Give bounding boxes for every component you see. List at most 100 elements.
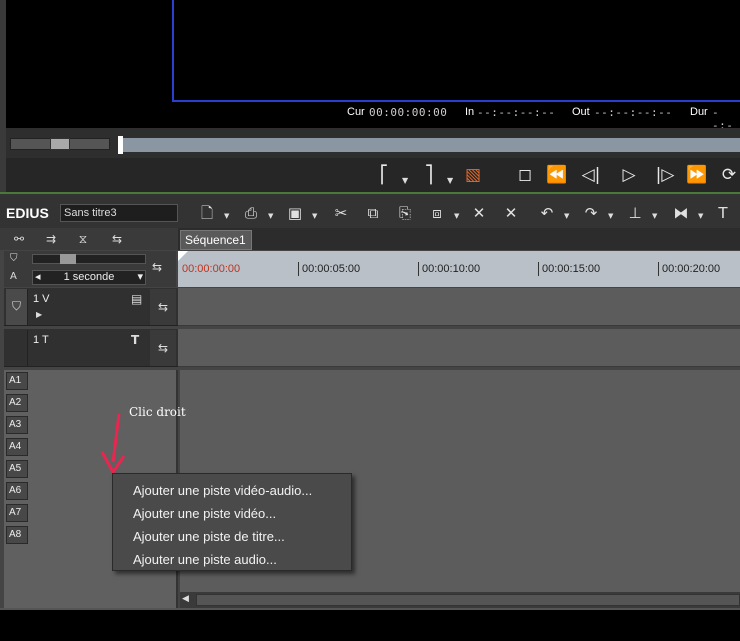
track-lock-slot	[6, 330, 28, 366]
undo-icon[interactable]: ↶	[536, 202, 558, 224]
chevron-down-icon[interactable]: ▾	[137, 271, 145, 284]
annotation-arrow-icon	[100, 413, 126, 475]
title-track-icon: T	[131, 333, 140, 347]
fast-forward-icon[interactable]: ⏩	[686, 164, 708, 186]
dur-label: Dur	[690, 106, 708, 118]
audio-channel-4[interactable]: A4	[6, 438, 28, 456]
chevron-left-icon[interactable]: ◂	[33, 271, 41, 284]
audio-channel-7[interactable]: A7	[6, 504, 28, 522]
copy-icon[interactable]: ⧉	[362, 202, 384, 224]
out-label: Out	[572, 106, 590, 118]
new-sequence-icon[interactable]: 🗋	[196, 202, 218, 224]
ripple-delete-icon[interactable]: ✕	[500, 202, 522, 224]
track-patch-icon[interactable]: ⇆	[150, 289, 176, 325]
scroll-left-icon[interactable]: ◀	[182, 594, 189, 604]
mark-out-icon[interactable]: ⎤	[418, 164, 440, 186]
link-mode-icon[interactable]: ⚯	[8, 231, 30, 247]
chevron-down-icon[interactable]: ▼	[312, 212, 317, 220]
annotation-label: Clic droit	[129, 405, 186, 419]
ruler-label: 00:00:15:00	[542, 263, 601, 275]
open-project-icon[interactable]: ⎙	[240, 202, 262, 224]
track-name: 1 T	[33, 334, 49, 346]
app-logo: EDIUS	[6, 205, 49, 221]
audio-channel-6[interactable]: A6	[6, 482, 28, 500]
playhead[interactable]	[178, 251, 188, 261]
title-tool-icon[interactable]: T	[712, 202, 734, 224]
chevron-down-icon[interactable]: ▼	[454, 212, 459, 220]
scrollbar-thumb[interactable]	[196, 594, 740, 606]
chevron-down-icon[interactable]: ▼	[224, 212, 229, 220]
in-label: In	[465, 106, 475, 118]
track-area-1v[interactable]	[178, 288, 740, 326]
expand-icon[interactable]: ▶	[36, 310, 42, 319]
zoom-slider[interactable]	[32, 254, 146, 264]
track-area-1t[interactable]	[178, 329, 740, 367]
ripple-mode-icon[interactable]: ⧖	[72, 231, 94, 247]
context-menu: Ajouter une piste vidéo-audio... Ajouter…	[112, 473, 352, 571]
chevron-down-icon[interactable]: ▼	[268, 212, 273, 220]
track-name: 1 V	[33, 293, 50, 305]
menu-add-video-audio-track[interactable]: Ajouter une piste vidéo-audio...	[113, 480, 351, 503]
in-timecode: --:--:--:--	[477, 106, 556, 119]
sync-lock-icon[interactable]: ⇉	[40, 231, 62, 247]
redo-icon[interactable]: ↷	[580, 202, 602, 224]
replace-icon[interactable]: ⧈	[426, 202, 448, 224]
menu-add-video-track[interactable]: Ajouter une piste vidéo...	[113, 503, 351, 526]
audio-channel-2[interactable]: A2	[6, 394, 28, 412]
sync-icon[interactable]: ⇆	[152, 260, 162, 274]
timescale-select[interactable]: ◂ 1 seconde ▾	[32, 270, 146, 285]
chevron-down-icon[interactable]: ▼	[564, 212, 569, 220]
loop-icon[interactable]: ⟳	[718, 164, 740, 186]
monitor-frame	[172, 0, 740, 102]
audio-channel-5[interactable]: A5	[6, 460, 28, 478]
audio-lock-icon[interactable]: A	[10, 271, 17, 282]
cur-label: Cur	[347, 106, 365, 118]
zoom-knob[interactable]	[60, 254, 76, 264]
chevron-down-icon[interactable]: ▼	[698, 212, 703, 220]
audio-channel-8[interactable]: A8	[6, 526, 28, 544]
tab-sequence1[interactable]: Séquence1	[180, 230, 252, 250]
track-patch-icon[interactable]: ⇆	[150, 330, 176, 366]
audio-channel-1[interactable]: A1	[6, 372, 28, 390]
stop-icon[interactable]: ◻	[514, 164, 536, 186]
waveform-icon[interactable]: ⇆	[106, 231, 128, 247]
chevron-down-icon[interactable]: ▼	[608, 212, 613, 220]
ruler-tick	[538, 262, 539, 276]
track-lock-icon[interactable]: ⛉	[6, 289, 28, 325]
lock-icon[interactable]: ⛉	[10, 253, 18, 264]
ruler-label: 00:00:20:00	[662, 263, 721, 275]
chevron-down-icon[interactable]: ▼	[652, 212, 657, 220]
scrubber-handle[interactable]	[118, 136, 123, 154]
marker-icon[interactable]: ⊥	[624, 202, 646, 224]
transition-icon[interactable]: ⧓	[670, 202, 692, 224]
timescale-value: 1 seconde	[63, 271, 115, 283]
clear-marks-icon[interactable]: ▧	[462, 164, 484, 186]
out-timecode: --:--:--:--	[594, 106, 673, 119]
sequence-tabs	[178, 228, 740, 250]
menu-add-audio-track[interactable]: Ajouter une piste audio...	[113, 549, 351, 572]
ruler-tick	[298, 262, 299, 276]
ruler-label: 00:00:05:00	[302, 263, 361, 275]
ruler-label: 00:00:00:00	[182, 263, 241, 275]
shuttle-knob[interactable]	[50, 138, 70, 150]
step-back-icon[interactable]: ◁|	[580, 164, 602, 186]
step-forward-icon[interactable]: |▷	[654, 164, 676, 186]
delete-icon[interactable]: ✕	[468, 202, 490, 224]
project-name-field[interactable]: Sans titre3	[60, 204, 178, 222]
menu-add-title-track[interactable]: Ajouter une piste de titre...	[113, 526, 351, 549]
ruler-tick	[418, 262, 419, 276]
rewind-icon[interactable]: ⏪	[546, 164, 568, 186]
ruler-tick	[658, 262, 659, 276]
mark-in-icon[interactable]: ⎡	[373, 164, 395, 186]
chevron-down-icon[interactable]: ▼	[402, 176, 408, 185]
cut-icon[interactable]: ✂	[330, 202, 352, 224]
play-icon[interactable]: ▷	[618, 164, 640, 186]
audio-channel-3[interactable]: A3	[6, 416, 28, 434]
save-icon[interactable]: ▣	[284, 202, 306, 224]
position-scrubber[interactable]	[118, 138, 740, 152]
paste-icon[interactable]: ⎘	[394, 202, 416, 224]
ruler-label: 00:00:10:00	[422, 263, 481, 275]
film-icon: ▤	[131, 292, 143, 306]
chevron-down-icon[interactable]: ▼	[447, 176, 453, 185]
status-bar	[0, 608, 740, 641]
